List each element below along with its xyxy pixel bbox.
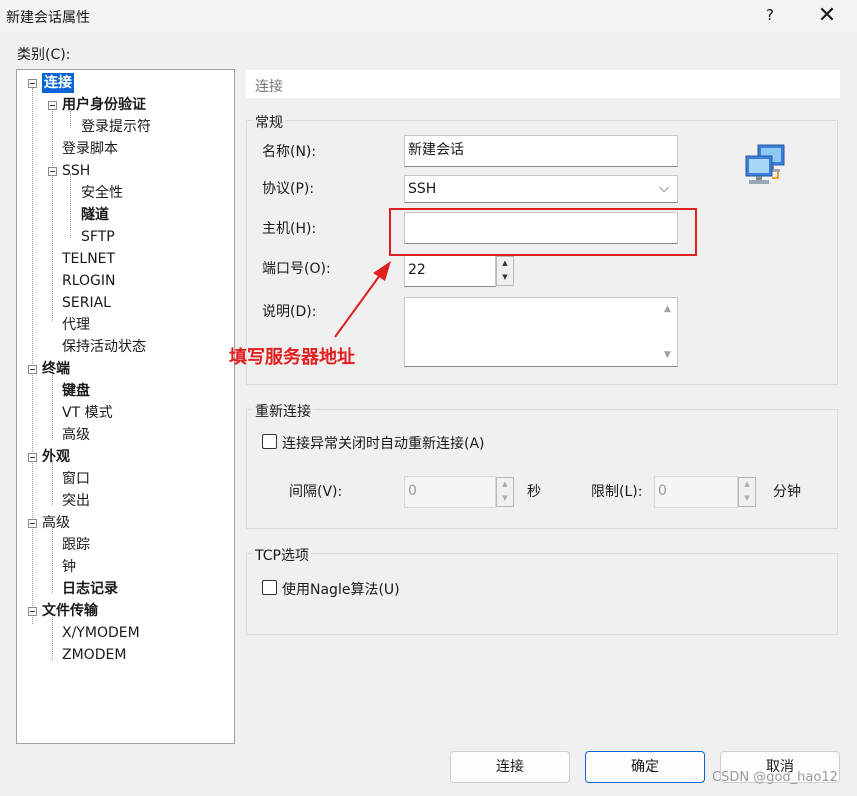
tree-line [52, 526, 53, 594]
reconnect-group [246, 409, 838, 529]
nagle-label[interactable]: 使用Nagle算法(U) [282, 579, 400, 599]
tree-item-auth[interactable]: 用户身份验证 [62, 95, 146, 115]
window-title: 新建会话属性 [6, 10, 90, 26]
tree-line [52, 372, 53, 440]
watermark: CSDN @god_hao12 [712, 770, 838, 785]
port-spinner[interactable]: ▲ ▼ [496, 256, 514, 286]
host-label: 主机(H): [262, 221, 317, 237]
help-button[interactable]: ? [760, 6, 780, 26]
tree-item-zmodem[interactable]: ZMODEM [62, 645, 126, 665]
network-computers-icon [745, 144, 785, 184]
nagle-checkbox[interactable] [262, 580, 277, 595]
tree-item-connection[interactable]: 连接 [42, 73, 74, 93]
scroll-down-icon[interactable]: ▼ [659, 350, 676, 360]
tree-line [32, 88, 33, 624]
tree-item-telnet[interactable]: TELNET [62, 249, 115, 269]
description-label: 说明(D): [262, 304, 317, 320]
section-title: 连接 [255, 79, 283, 95]
collapse-icon[interactable] [28, 453, 37, 462]
tree-item-logging[interactable]: 日志记录 [62, 579, 118, 599]
host-highlight-box [389, 208, 697, 256]
general-group-title: 常规 [253, 112, 285, 132]
tree-line [52, 108, 53, 322]
collapse-icon[interactable] [28, 519, 37, 528]
spin-up-icon[interactable]: ▲ [739, 478, 755, 492]
tree-item-ssh[interactable]: SSH [62, 161, 90, 181]
spin-down-icon[interactable]: ▼ [497, 492, 513, 506]
interval-label: 间隔(V): [289, 484, 343, 500]
collapse-icon[interactable] [28, 607, 37, 616]
tree-item-window[interactable]: 窗口 [62, 469, 90, 489]
tree-item-rlogin[interactable]: RLOGIN [62, 271, 116, 291]
tree-item-terminal[interactable]: 终端 [42, 359, 70, 379]
tree-item-advanced[interactable]: 高级 [42, 513, 70, 533]
protocol-select[interactable]: SSH ⌵ [404, 175, 678, 203]
protocol-label: 协议(P): [262, 181, 315, 197]
description-textarea[interactable] [404, 297, 678, 367]
tree-item-proxy[interactable]: 代理 [62, 315, 90, 335]
interval-unit: 秒 [527, 484, 541, 500]
annotation-arrow-icon [334, 261, 391, 338]
ok-button[interactable]: 确定 [585, 751, 705, 783]
section-header: 连接 [246, 70, 840, 98]
category-label: 类别(C): [17, 47, 71, 63]
scroll-up-icon[interactable]: ▲ [659, 304, 676, 314]
tree-item-login-prompts[interactable]: 登录提示符 [81, 117, 151, 137]
tree-item-serial[interactable]: SERIAL [62, 293, 111, 313]
tree-item-file-transfer[interactable]: 文件传输 [42, 601, 98, 621]
spin-up-icon[interactable]: ▲ [497, 257, 513, 271]
port-label: 端口号(O): [262, 261, 331, 277]
tree-item-terminal-advanced[interactable]: 高级 [62, 425, 90, 445]
title-bar: 新建会话属性 ? ✕ [0, 0, 857, 32]
chevron-down-icon: ⌵ [659, 181, 669, 196]
spin-down-icon[interactable]: ▼ [497, 271, 513, 285]
limit-input[interactable]: 0 [654, 476, 738, 508]
category-tree[interactable]: 连接 用户身份验证 登录提示符 登录脚本 SSH 安全性 隧道 SFTP TEL… [16, 69, 235, 744]
annotation-text: 填写服务器地址 [229, 347, 355, 368]
tree-item-appearance[interactable]: 外观 [42, 447, 70, 467]
tree-item-keyboard[interactable]: 键盘 [62, 381, 90, 401]
tree-item-sftp[interactable]: SFTP [81, 227, 115, 247]
interval-input[interactable]: 0 [404, 476, 496, 508]
protocol-value: SSH [408, 181, 437, 197]
collapse-icon[interactable] [28, 79, 37, 88]
port-input[interactable]: 22 [404, 255, 496, 287]
tree-item-xymodem[interactable]: X/YMODEM [62, 623, 140, 643]
limit-label: 限制(L): [591, 484, 643, 500]
collapse-icon[interactable] [28, 365, 37, 374]
limit-unit: 分钟 [773, 484, 801, 500]
tree-item-vt-mode[interactable]: VT 模式 [62, 403, 113, 423]
tree-line [70, 174, 71, 238]
reconnect-group-title: 重新连接 [253, 401, 313, 421]
name-field[interactable]: 新建会话 [404, 135, 678, 167]
close-button[interactable]: ✕ [814, 3, 840, 29]
tree-item-security[interactable]: 安全性 [81, 183, 123, 203]
auto-reconnect-label[interactable]: 连接异常关闭时自动重新连接(A) [282, 433, 485, 453]
interval-spinner[interactable]: ▲ ▼ [496, 477, 514, 507]
tree-item-highlight[interactable]: 突出 [62, 491, 90, 511]
tree-item-keepalive[interactable]: 保持活动状态 [62, 337, 146, 357]
auto-reconnect-checkbox[interactable] [262, 434, 277, 449]
spin-up-icon[interactable]: ▲ [497, 478, 513, 492]
limit-spinner[interactable]: ▲ ▼ [738, 477, 756, 507]
tree-item-trace[interactable]: 跟踪 [62, 535, 90, 555]
collapse-icon[interactable] [48, 101, 57, 110]
spin-down-icon[interactable]: ▼ [739, 492, 755, 506]
tcp-group-title: TCP选项 [253, 545, 311, 565]
collapse-icon[interactable] [48, 167, 57, 176]
name-label: 名称(N): [262, 144, 317, 160]
tree-item-tunnel[interactable]: 隧道 [81, 205, 109, 225]
connect-button[interactable]: 连接 [450, 751, 570, 783]
tree-item-bell[interactable]: 钟 [62, 557, 76, 577]
tree-item-login-scripts[interactable]: 登录脚本 [62, 139, 118, 159]
